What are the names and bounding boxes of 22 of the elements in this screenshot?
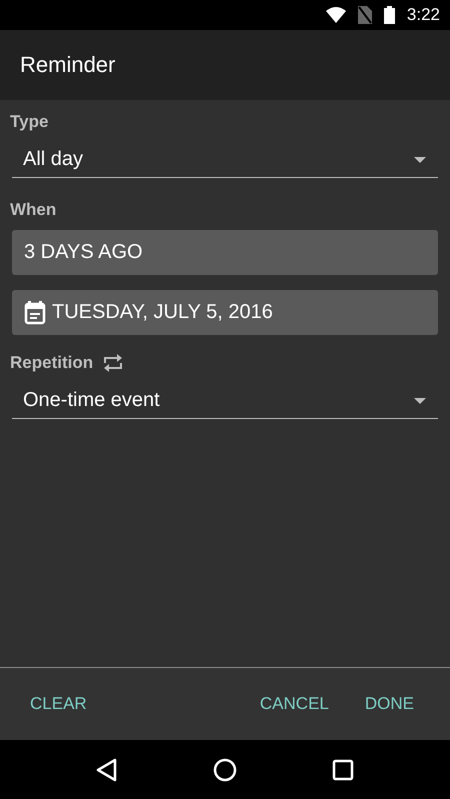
dropdown-arrow-icon xyxy=(414,398,426,404)
dropdown-arrow-icon xyxy=(414,156,426,162)
repeat-icon xyxy=(103,353,124,373)
relative-date-button[interactable]: 3 DAYS AGO xyxy=(12,230,438,275)
type-dropdown[interactable]: All day xyxy=(12,142,438,178)
calendar-icon xyxy=(24,300,46,324)
repetition-label: Repetition xyxy=(10,353,94,373)
wifi-icon xyxy=(326,7,346,23)
back-button[interactable] xyxy=(96,758,118,782)
no-sim-icon xyxy=(358,6,372,24)
done-button[interactable]: DONE xyxy=(346,686,432,722)
repetition-dropdown[interactable]: One-time event xyxy=(12,383,438,419)
clock-time: 3:22 xyxy=(406,5,440,25)
type-label: Type xyxy=(10,112,50,132)
clear-button[interactable]: CLEAR xyxy=(12,686,105,722)
date-button[interactable]: TUESDAY, JULY 5, 2016 xyxy=(12,290,438,335)
when-label: When xyxy=(10,200,58,220)
battery-icon xyxy=(384,6,395,24)
cancel-button[interactable]: CANCEL xyxy=(242,686,347,722)
app-bar-title: Reminder xyxy=(20,52,116,78)
home-button[interactable] xyxy=(213,758,237,782)
recents-button[interactable] xyxy=(332,758,354,780)
